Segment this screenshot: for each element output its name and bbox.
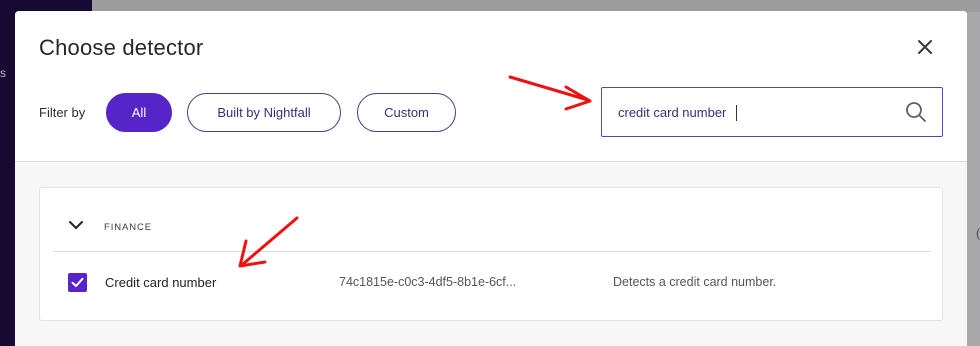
detector-row[interactable]: Credit card number 74c1815e-c0c3-4df5-8b… [40, 254, 944, 316]
checkmark-icon [71, 277, 84, 287]
modal-title: Choose detector [39, 35, 204, 60]
filter-built-by-nightfall-button[interactable]: Built by Nightfall [187, 93, 341, 132]
detector-description: Detects a credit card number. [613, 275, 777, 289]
group-header-finance[interactable]: FINANCE [53, 188, 931, 252]
modal-header: Choose detector Filter by All Built by N… [15, 11, 967, 162]
chevron-down-icon[interactable] [68, 219, 84, 231]
detector-id: 74c1815e-c0c3-4df5-8b1e-6cf... [339, 275, 517, 289]
filter-all-button[interactable]: All [106, 93, 172, 132]
close-icon [918, 40, 932, 54]
search-icon[interactable] [904, 100, 928, 124]
group-name: FINANCE [104, 222, 152, 233]
choose-detector-modal: Choose detector Filter by All Built by N… [15, 11, 967, 346]
filter-custom-button[interactable]: Custom [357, 93, 456, 132]
close-button[interactable] [914, 36, 936, 58]
detector-checkbox[interactable] [68, 273, 87, 292]
backdrop-text-fragment: ( [976, 226, 980, 240]
filter-label: Filter by [39, 105, 86, 120]
search-box[interactable] [601, 87, 943, 137]
text-cursor [736, 105, 737, 121]
sidebar-text-fragment: s [0, 66, 6, 80]
detector-results-card: FINANCE Credit card number 74c1815e-c0c3… [39, 187, 943, 321]
detector-name: Credit card number [105, 275, 217, 290]
search-input[interactable] [618, 100, 888, 124]
